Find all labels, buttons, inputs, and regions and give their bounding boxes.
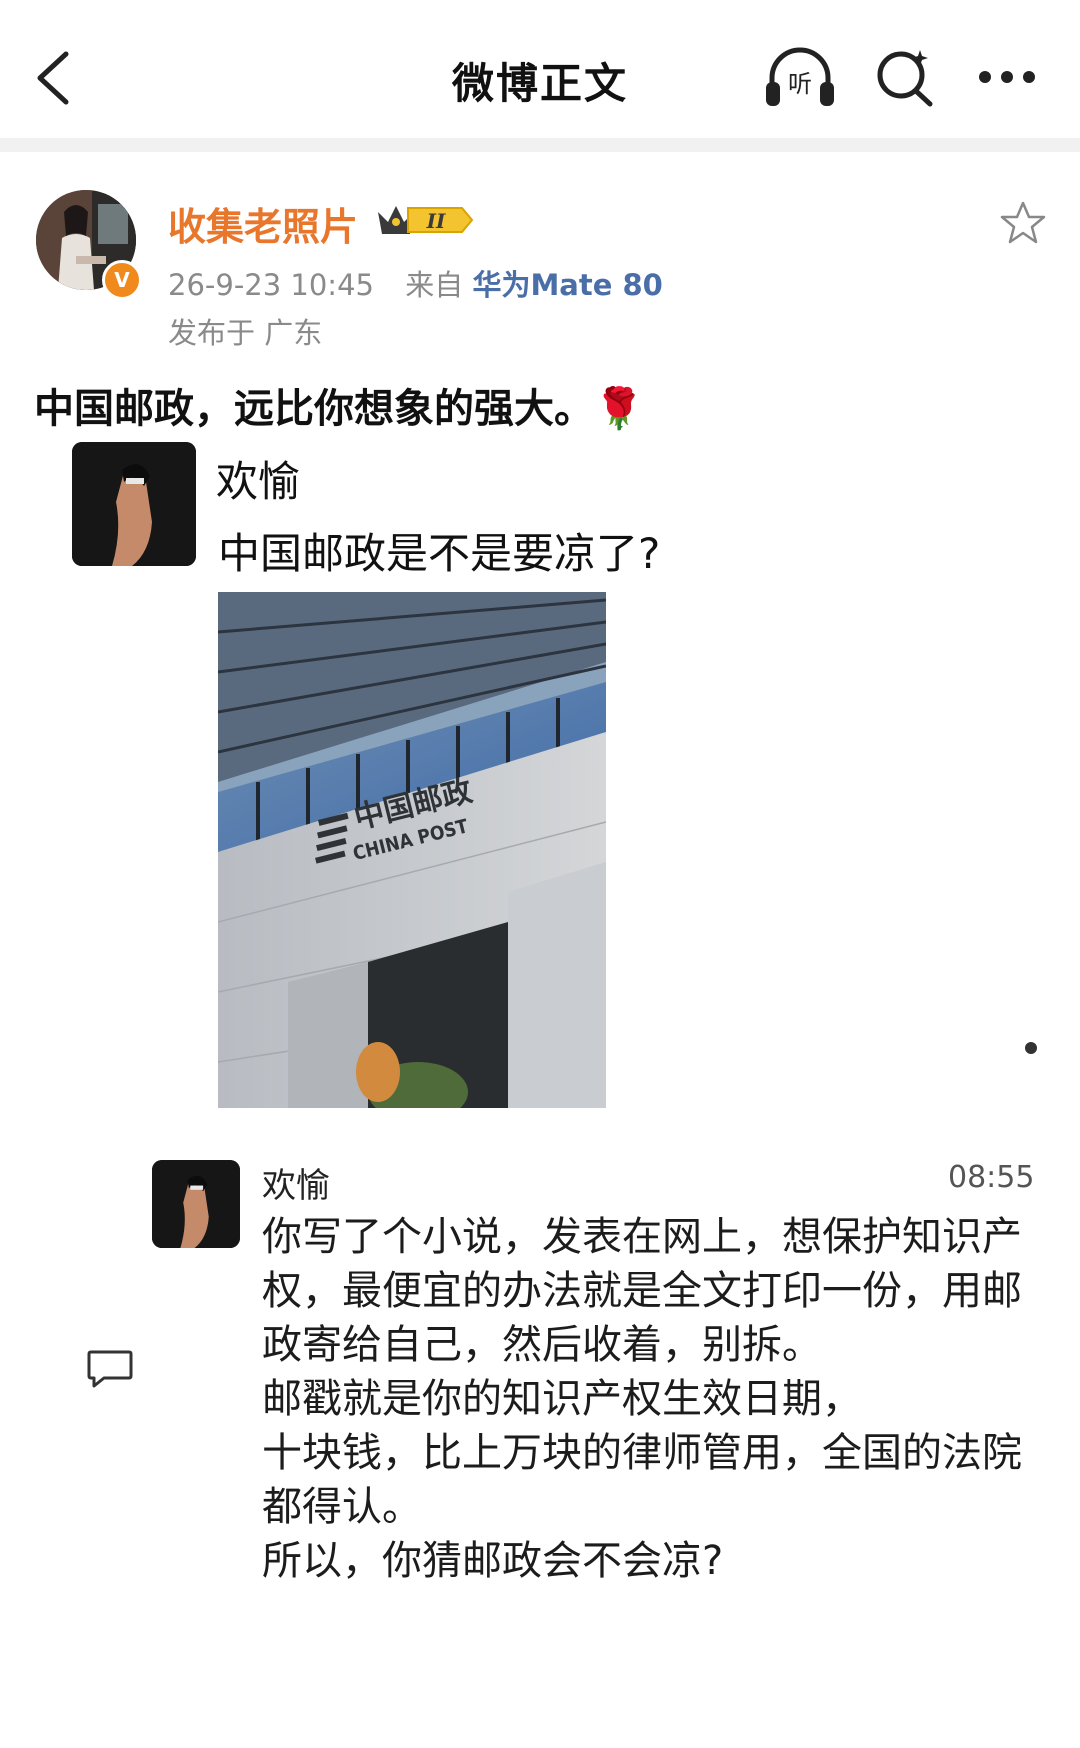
more-dots-icon[interactable] bbox=[975, 62, 1055, 92]
message-line: 所以，你猜邮政会不会凉? bbox=[262, 1538, 724, 1584]
comment-bubble-icon[interactable] bbox=[86, 1348, 134, 1390]
building-image: 中国邮政 CHINA POST bbox=[218, 592, 606, 1108]
message-sender-name: 欢愉 bbox=[216, 457, 301, 506]
message-line: 十块钱，比上万块的律师管用，全国的法院 bbox=[262, 1430, 1022, 1476]
source-prefix: 来自 bbox=[405, 268, 464, 302]
listen-button[interactable]: 听 bbox=[762, 44, 838, 110]
message-line: 政寄给自己，然后收着，别拆。 bbox=[262, 1322, 822, 1368]
crown-level-icon: II bbox=[378, 206, 474, 234]
listen-label: 听 bbox=[788, 70, 812, 98]
author-name[interactable]: 收集老照片 bbox=[168, 196, 358, 251]
message-sender-name: 欢愉 bbox=[262, 1166, 330, 1206]
message-avatar bbox=[72, 442, 196, 566]
message-body: 你写了个小说，发表在网上，想保护知识产 权，最便宜的办法就是全文打印一份，用邮 … bbox=[262, 1210, 1052, 1588]
post-text: 中国邮政，远比你想象的强大。🌹 bbox=[34, 386, 644, 432]
top-navigation-bar: 微博正文 听 bbox=[0, 0, 1080, 150]
message-text: 中国邮政是不是要凉了? bbox=[218, 529, 661, 578]
china-post-building-photo[interactable]: 中国邮政 CHINA POST bbox=[218, 592, 606, 1108]
message-time: 08:55 bbox=[948, 1160, 1035, 1195]
verified-badge: V bbox=[102, 260, 142, 300]
avatar-photo bbox=[72, 442, 196, 566]
post-location: 发布于 广东 bbox=[168, 316, 323, 350]
post-meta: 26-9-23 10:45 来自 华为Mate 80 bbox=[168, 262, 663, 304]
level-text: II bbox=[426, 209, 446, 233]
section-divider bbox=[0, 138, 1080, 152]
post-time: 26-9-23 10:45 bbox=[168, 268, 374, 302]
message-line: 权，最便宜的办法就是全文打印一份，用邮 bbox=[262, 1268, 1022, 1314]
device-link[interactable]: 华为Mate 80 bbox=[472, 268, 662, 302]
message-line: 你写了个小说，发表在网上，想保护知识产 bbox=[262, 1214, 1022, 1260]
message-line: 都得认。 bbox=[262, 1484, 422, 1530]
search-icon[interactable] bbox=[874, 46, 936, 108]
message-line: 邮戳就是你的知识产权生效日期， bbox=[262, 1376, 862, 1422]
message-avatar bbox=[152, 1160, 240, 1248]
image-indicator-dot bbox=[1025, 1042, 1037, 1054]
avatar-photo bbox=[152, 1160, 240, 1248]
star-outline-icon[interactable] bbox=[1000, 200, 1046, 246]
headphones-icon: 听 bbox=[766, 47, 834, 106]
